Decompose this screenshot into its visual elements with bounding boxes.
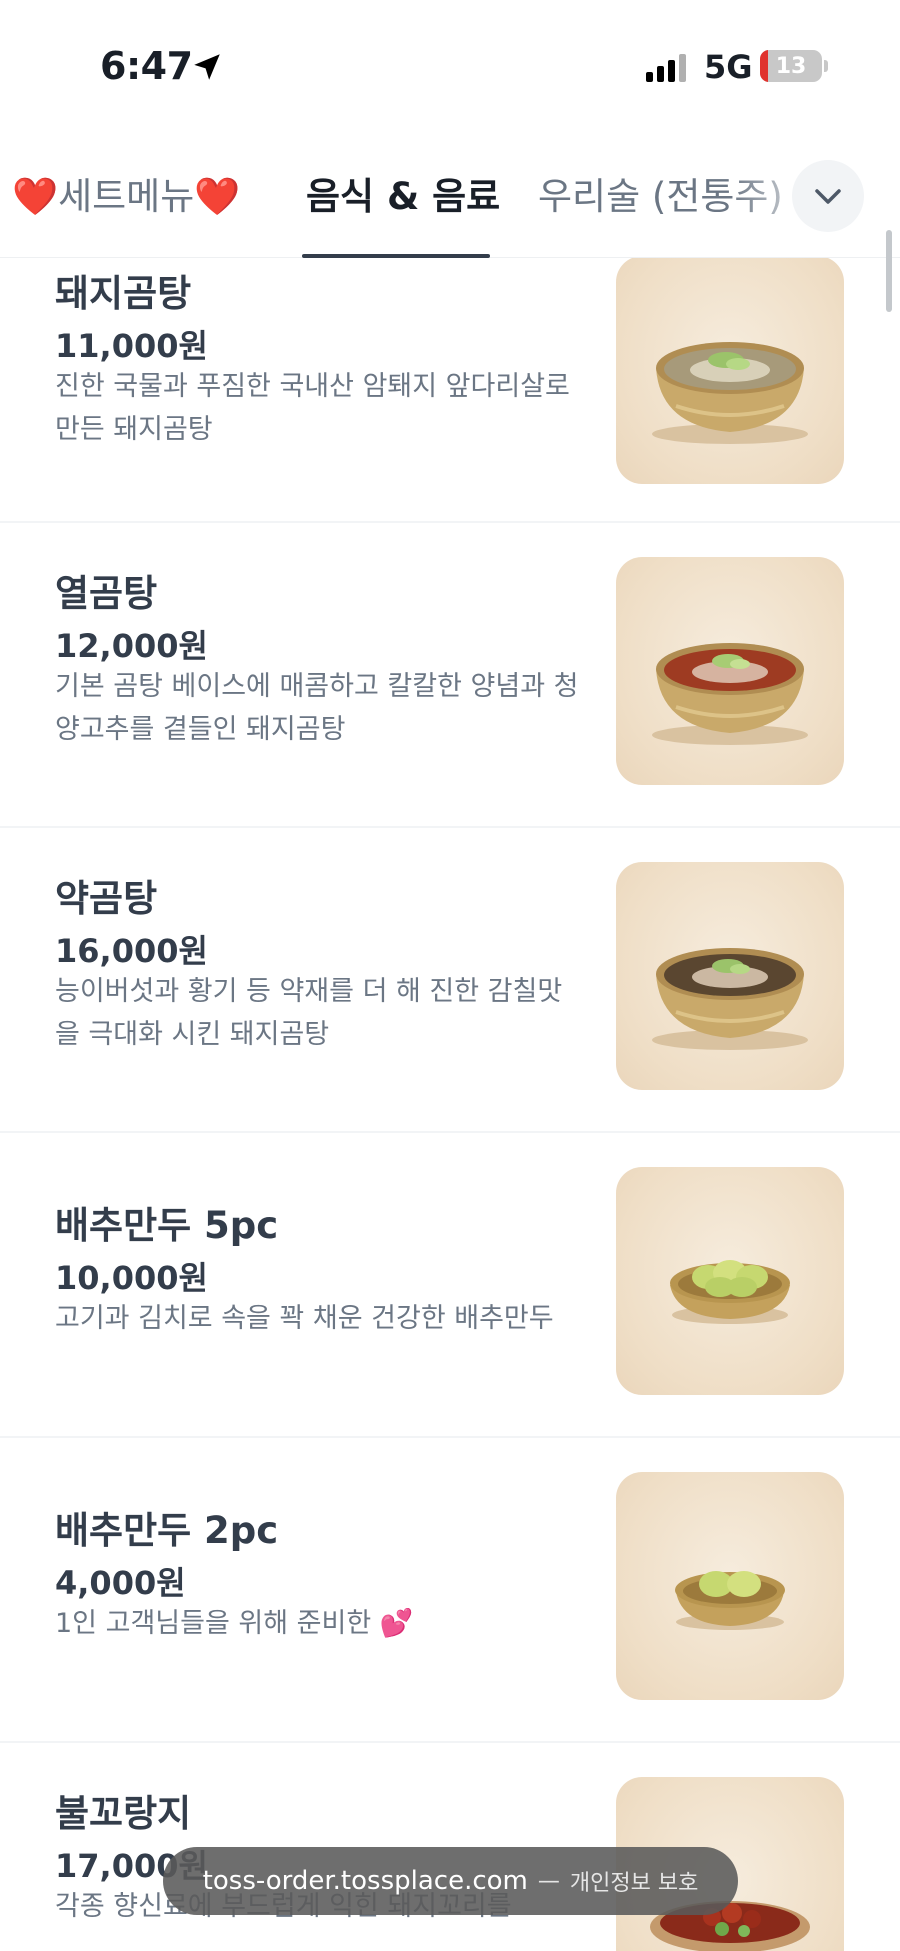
menu-item[interactable]: 배추만두 5pc 10,000원 고기과 김치로 속을 꽉 채운 건강한 배추만… — [0, 1133, 900, 1438]
menu-item[interactable]: 열곰탕 12,000원 기본 곰탕 베이스에 매콤하고 칼칼한 양념과 청양고추… — [0, 523, 900, 828]
menu-item-name: 약곰탕 — [55, 877, 158, 920]
menu-item-price: 16,000원 — [55, 932, 208, 970]
menu-item-price: 4,000원 — [55, 1564, 186, 1602]
herbal-gomtang-bowl-icon — [652, 948, 808, 1050]
status-bar: 6:47 5G 13 — [0, 0, 900, 130]
network-type: 5G — [704, 48, 753, 86]
signal-icon — [646, 54, 686, 82]
menu-list: 돼지곰탕 11,000원 진한 국물과 푸짐한 국내산 암퇘지 앞다리살로 만든… — [0, 258, 900, 1951]
menu-item-price: 11,000원 — [55, 327, 208, 365]
menu-item-description: 진한 국물과 푸짐한 국내산 암퇘지 앞다리살로 만든 돼지곰탕 — [55, 371, 570, 445]
more-categories-button[interactable] — [792, 160, 864, 232]
spicy-gomtang-bowl-icon — [652, 643, 808, 745]
menu-item-description: 고기과 김치로 속을 꽉 채운 건강한 배추만두 — [55, 1303, 554, 1334]
location-arrow-icon — [194, 54, 220, 80]
menu-item-photo — [616, 557, 844, 785]
menu-item-name: 배추만두 5pc — [55, 1204, 279, 1247]
privacy-label: 개인정보 보호 — [569, 1871, 699, 1896]
battery-level: 13 — [775, 54, 807, 79]
menu-item-name: 불꼬랑지 — [55, 1792, 192, 1835]
battery-nub — [824, 60, 828, 72]
menu-item-photo — [616, 1167, 844, 1395]
url-domain: toss-order.tossplace.com — [202, 1866, 528, 1896]
menu-item-name: 돼지곰탕 — [55, 272, 192, 315]
url-separator: — — [537, 1868, 560, 1894]
menu-item-name: 열곰탕 — [55, 572, 158, 615]
address-bar[interactable]: toss-order.tossplace.com — 개인정보 보호 — [163, 1847, 738, 1915]
tab-food-drinks[interactable]: 음식 & 음료 — [306, 166, 500, 220]
battery-icon: 13 — [760, 50, 822, 82]
menu-item[interactable]: 돼지곰탕 11,000원 진한 국물과 푸짐한 국내산 암퇘지 앞다리살로 만든… — [0, 258, 900, 523]
dumplings-plate-icon — [670, 1260, 790, 1324]
tab-set-menu[interactable]: ❤️세트메뉴❤️ — [12, 166, 240, 220]
dumplings-plate-icon — [675, 1571, 785, 1630]
menu-item-description: 능이버섯과 황기 등 약재를 더 해 진한 감칠맛을 극대화 시킨 돼지곰탕 — [55, 976, 563, 1050]
menu-item-price: 12,000원 — [55, 627, 208, 665]
menu-item-photo — [616, 862, 844, 1090]
menu-item-description: 1인 고객님들을 위해 준비한 💕 — [55, 1608, 414, 1639]
menu-item-photo — [616, 258, 844, 484]
menu-item-price: 10,000원 — [55, 1259, 208, 1297]
status-time: 6:47 — [100, 44, 193, 88]
chevron-down-icon — [815, 189, 841, 204]
menu-item[interactable]: 배추만두 2pc 4,000원 1인 고객님들을 위해 준비한 💕 — [0, 1438, 900, 1743]
gomtang-bowl-icon — [652, 342, 808, 444]
menu-item-name: 배추만두 2pc — [55, 1509, 279, 1552]
category-tab-bar: ❤️세트메뉴❤️ 음식 & 음료 우리술 (전통주) — [0, 130, 900, 258]
menu-item[interactable]: 약곰탕 16,000원 능이버섯과 황기 등 약재를 더 해 진한 감칠맛을 극… — [0, 828, 900, 1133]
menu-item-description: 기본 곰탕 베이스에 매콤하고 칼칼한 양념과 청양고추를 곁들인 돼지곰탕 — [55, 671, 579, 745]
menu-item-photo — [616, 1472, 844, 1700]
